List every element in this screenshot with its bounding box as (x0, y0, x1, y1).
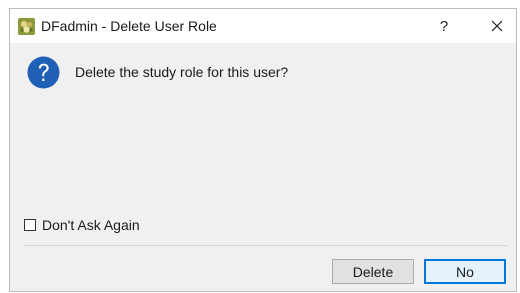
close-button[interactable] (478, 9, 516, 43)
dialog-window: DFadmin - Delete User Role ? Delete the … (9, 8, 517, 292)
button-separator (24, 245, 508, 246)
close-icon (491, 20, 503, 32)
checkbox-box[interactable] (24, 219, 36, 231)
dialog-message: Delete the study role for this user? (75, 64, 289, 80)
dont-ask-again-checkbox[interactable]: Don't Ask Again (24, 217, 140, 233)
title-bar[interactable]: DFadmin - Delete User Role ? (10, 9, 516, 43)
help-button[interactable]: ? (426, 9, 462, 43)
dfadmin-app-icon (18, 18, 35, 35)
no-button[interactable]: No (424, 259, 506, 284)
question-icon (27, 56, 60, 89)
delete-button[interactable]: Delete (332, 259, 414, 284)
dont-ask-again-label[interactable]: Don't Ask Again (42, 217, 140, 233)
window-title: DFadmin - Delete User Role (41, 18, 217, 34)
